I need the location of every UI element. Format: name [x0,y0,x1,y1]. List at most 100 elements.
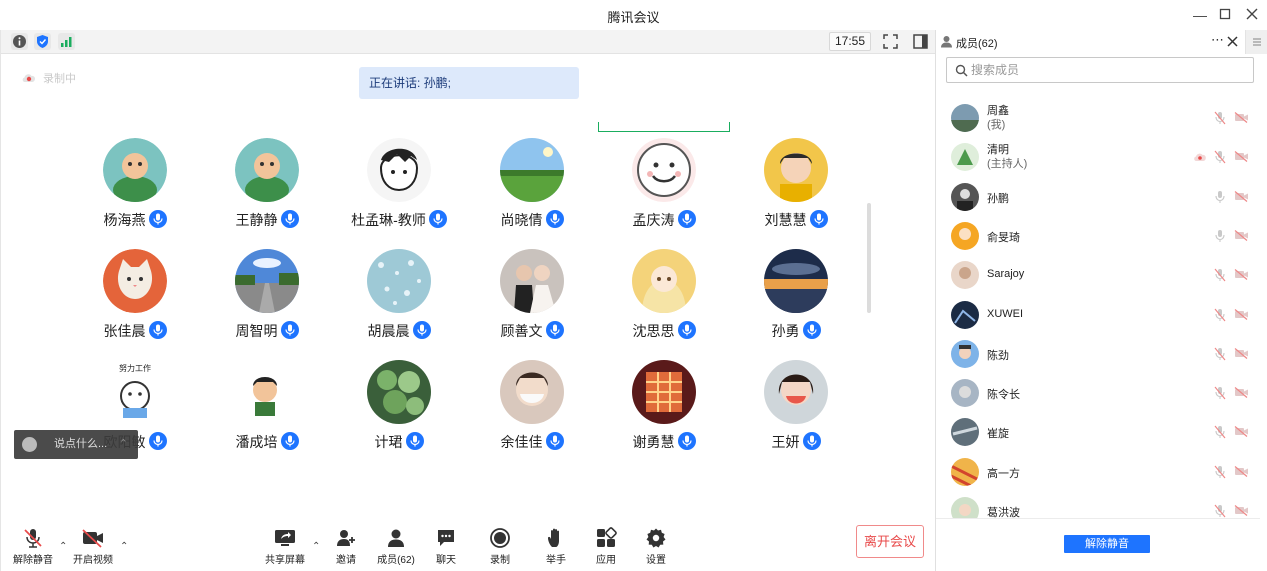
camera-off-icon[interactable] [1234,308,1249,323]
mic-on-icon [545,432,564,450]
member-row[interactable]: Sarajoy [936,257,1260,296]
panel-menu-strip[interactable] [1245,30,1267,54]
participant-tile[interactable]: 王妍 [731,360,861,460]
participant-name: 尚晓倩 [500,212,543,228]
participant-tile[interactable]: 孙勇 [731,249,861,349]
camera-off-icon[interactable] [1234,229,1249,244]
camera-off-icon[interactable] [1234,426,1249,440]
signal-icon[interactable] [58,33,75,50]
apps-button[interactable]: 应用 [581,525,631,566]
more-icon[interactable]: ⋯ [1211,32,1224,48]
participant-tile[interactable]: 计珺 [334,360,464,460]
mic-muted-icon[interactable] [1214,150,1226,167]
participant-tile[interactable]: 周智明 [202,249,332,349]
share-screen-icon [275,530,295,546]
mic-muted-icon[interactable] [1214,308,1226,325]
participant-tile[interactable]: 余佳佳 [467,360,597,460]
camera-off-icon[interactable] [1234,347,1249,362]
participant-tile[interactable]: 王静静 [202,138,332,238]
settings-button[interactable]: 设置 [631,525,681,566]
meeting-clock: 17:55 [829,32,871,51]
camera-off-icon[interactable] [1234,151,1249,165]
participant-tile[interactable]: 张佳晨 [70,249,200,349]
participant-tile[interactable]: 杨海燕 [70,138,200,238]
member-row[interactable]: 孙鹏 [936,179,1260,218]
avatar-smiley-icon [632,138,696,202]
chat-button[interactable]: 聊天 [421,525,471,566]
shield-icon[interactable] [34,33,51,50]
camera-off-icon[interactable] [1234,505,1249,518]
avatar [951,182,979,211]
mic-on-icon [412,321,431,339]
close-panel-icon[interactable] [1227,36,1238,50]
camera-off-icon[interactable] [1234,112,1249,126]
camera-off-icon[interactable] [1234,269,1249,283]
start-video-button[interactable]: 开启视频 [68,525,118,566]
mic-muted-icon[interactable] [1214,268,1226,285]
camera-off-icon[interactable] [1234,387,1249,401]
video-options-caret[interactable]: ⌃ [120,541,128,552]
participant-tile[interactable]: 胡晨晨 [334,249,464,349]
member-row[interactable]: 俞旻琦 [936,218,1260,257]
participant-tile[interactable]: 潘成培 [202,360,332,460]
cloud-record-icon [22,74,36,82]
record-button[interactable]: 录制 [475,525,525,566]
mic-options-caret[interactable]: ⌃ [59,541,67,552]
participant-tile[interactable]: 杜孟琳-教师 [334,138,464,238]
minimize-icon[interactable]: — [1191,6,1209,24]
mic-muted-icon[interactable] [1214,111,1226,128]
member-row[interactable]: 高一方 [936,454,1260,493]
member-row[interactable]: 陈令长 [936,375,1260,414]
member-name: 俞旻琦 [987,231,1020,244]
maximize-icon[interactable] [1216,6,1234,24]
invite-button[interactable]: 邀请 [321,525,371,566]
mic-muted-icon[interactable] [1214,347,1226,364]
avatar-mask-photo-icon [500,360,564,424]
leave-meeting-button[interactable]: 离开会议 [856,525,924,558]
emoji-icon[interactable] [22,437,37,452]
member-row[interactable]: 清明 (主持人) [936,139,1260,178]
avatar-caption: 努力工作 [119,363,151,373]
participant-tile[interactable]: 谢勇慧 [599,360,729,460]
member-row[interactable]: 葛洪波 [936,493,1260,518]
participant-tile[interactable]: 刘慧慧 [731,138,861,238]
mic-on-icon [280,321,299,339]
participant-name: 刘慧慧 [764,212,807,228]
mic-icon[interactable] [1214,190,1226,207]
mic-muted-icon[interactable] [1214,504,1226,518]
share-screen-button[interactable]: 共享屏幕 [260,525,310,566]
participant-tile[interactable]: 沈思思 [599,249,729,349]
unmute-button[interactable]: 解除静音 [8,525,58,566]
fullscreen-icon[interactable] [882,33,899,50]
mic-on-icon [677,321,696,339]
raise-hand-button[interactable]: 举手 [531,525,581,566]
avatar [951,379,979,408]
participant-tile[interactable]: 顾善文 [467,249,597,349]
participant-tile[interactable]: 孟庆涛 [599,138,729,238]
participant-tile[interactable]: 尚晓倩 [467,138,597,238]
unmute-all-button[interactable]: 解除静音 [1064,535,1150,553]
mic-muted-icon[interactable] [1214,386,1226,403]
panel-toggle-icon[interactable] [912,33,929,50]
member-row[interactable]: 崔旋 [936,414,1260,453]
camera-off-icon[interactable] [1234,465,1249,480]
mic-on-icon [148,210,167,228]
member-search-input[interactable]: 搜索成员 [946,57,1254,83]
close-icon[interactable] [1243,6,1261,24]
menu-icon[interactable] [1252,37,1262,47]
member-row[interactable]: 陈劲 [936,336,1260,375]
member-row[interactable]: XUWEI [936,297,1260,336]
mic-muted-icon[interactable] [1214,425,1226,442]
chat-input[interactable]: 说点什么... ⌃ [14,430,138,459]
share-options-caret[interactable]: ⌃ [312,541,320,552]
chevron-up-icon[interactable]: ⌃ [119,430,128,459]
participant-name: 周智明 [235,323,278,339]
participant-name: 孙勇 [771,323,800,339]
members-button[interactable]: 成员(62) [371,525,421,566]
grid-scrollbar[interactable] [867,203,871,313]
mic-muted-icon[interactable] [1214,465,1226,482]
info-icon[interactable] [11,33,28,50]
camera-off-icon[interactable] [1234,190,1249,205]
mic-icon[interactable] [1214,229,1226,246]
member-row[interactable]: 周鑫 (我) [936,100,1260,139]
